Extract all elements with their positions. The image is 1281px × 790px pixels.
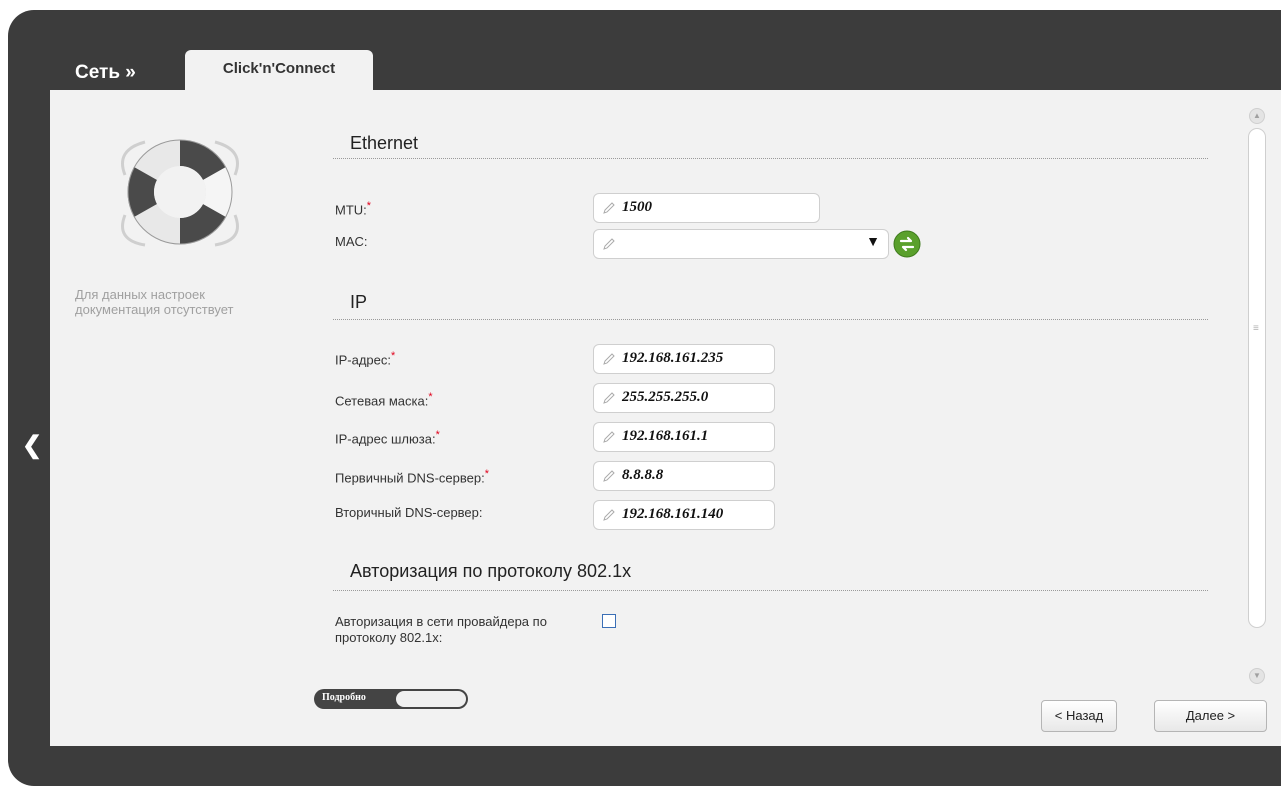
pencil-icon [603,392,615,404]
dns2-value: 192.168.161.140 [622,506,724,522]
dns1-label: Первичный DNS-сервер:* [335,468,489,486]
no-docs-text: Для данных настроек документация отсутст… [75,287,234,317]
scroll-up-icon[interactable]: ▲ [1249,108,1265,124]
mtu-field[interactable]: 1500 [593,193,820,223]
back-button[interactable]: < Назад [1041,700,1117,732]
next-button[interactable]: Далее > [1154,700,1267,732]
mac-select[interactable]: ▼ [593,229,889,259]
pencil-icon [603,202,615,214]
grip-icon: ≡ [1253,323,1259,334]
mac-label: MAC: [335,234,368,249]
mtu-value: 1500 [622,199,652,215]
ip-label: IP-адрес:* [335,350,396,368]
mask-label: Сетевая маска:* [335,391,433,409]
details-toggle-knob[interactable] [396,691,466,707]
dns1-value: 8.8.8.8 [622,467,664,483]
ip-value: 192.168.161.235 [622,350,724,366]
scrollbar-thumb[interactable]: ≡ [1248,128,1266,628]
dns1-field[interactable]: 8.8.8.8 [593,461,775,491]
scrollbar[interactable]: ▲ ≡ ▼ [1245,108,1270,688]
pencil-icon [603,238,615,250]
gateway-field[interactable]: 192.168.161.1 [593,422,775,452]
section-title-auth: Авторизация по протоколу 802.1x [350,561,632,581]
details-toggle[interactable]: Подробно [314,689,468,709]
refresh-icon[interactable] [893,230,921,258]
pencil-icon [603,509,615,521]
section-divider [333,158,1208,159]
section-divider [333,319,1208,320]
pencil-icon [603,470,615,482]
details-toggle-label: Подробно [322,692,366,703]
auth-checkbox-label: Авторизация в сети провайдера по протоко… [335,614,547,645]
ip-field[interactable]: 192.168.161.235 [593,344,775,374]
section-title-ethernet: Ethernet [350,133,419,153]
auth-checkbox[interactable] [602,614,616,628]
dns2-field[interactable]: 192.168.161.140 [593,500,775,530]
section-title-ip: IP [350,292,368,312]
mask-value: 255.255.255.0 [622,389,709,405]
chevron-left-icon[interactable]: ❮ [22,434,42,458]
scroll-down-icon[interactable]: ▼ [1249,668,1265,684]
tab-click-n-connect[interactable]: Click'n'Connect [185,50,373,92]
gateway-value: 192.168.161.1 [622,428,709,444]
dropdown-arrow-icon[interactable]: ▼ [866,235,880,251]
section-divider [333,590,1208,591]
breadcrumb[interactable]: Сеть » [75,62,136,84]
gateway-label: IP-адрес шлюза:* [335,429,440,447]
mask-field[interactable]: 255.255.255.0 [593,383,775,413]
lifebuoy-icon [121,139,239,247]
mtu-label: MTU:* [335,200,371,218]
pencil-icon [603,353,615,365]
pencil-icon [603,431,615,443]
dns2-label: Вторичный DNS-сервер: [335,505,483,520]
